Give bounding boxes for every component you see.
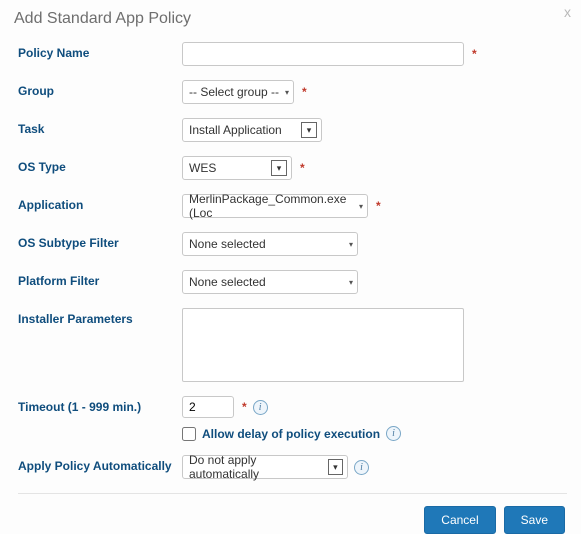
os-type-select-value: WES bbox=[187, 161, 216, 175]
policy-name-input[interactable] bbox=[182, 42, 464, 66]
save-button[interactable]: Save bbox=[504, 506, 565, 534]
label-installer-parameters: Installer Parameters bbox=[18, 308, 182, 326]
row-os-type: OS Type WES ▾ * bbox=[18, 156, 567, 180]
label-timeout: Timeout (1 - 999 min.) bbox=[18, 396, 182, 414]
close-icon[interactable]: x bbox=[564, 4, 571, 20]
apply-auto-select[interactable]: Do not apply automatically ▾ bbox=[182, 455, 348, 479]
row-policy-name: Policy Name * bbox=[18, 42, 567, 66]
chevron-down-icon: ▾ bbox=[349, 240, 353, 249]
required-icon: * bbox=[242, 400, 247, 414]
dialog: x Add Standard App Policy Policy Name * … bbox=[0, 0, 581, 517]
label-os-subtype-filter: OS Subtype Filter bbox=[18, 232, 182, 250]
os-subtype-filter-value: None selected bbox=[187, 237, 266, 251]
row-timeout: Timeout (1 - 999 min.) * i bbox=[18, 396, 567, 418]
row-allow-delay: Allow delay of policy execution i bbox=[182, 426, 567, 441]
row-group: Group -- Select group -- ▾ * bbox=[18, 80, 567, 104]
chevron-down-icon: ▾ bbox=[359, 202, 363, 211]
button-bar: Cancel Save bbox=[18, 506, 567, 534]
required-icon: * bbox=[302, 85, 307, 99]
label-platform-filter: Platform Filter bbox=[18, 270, 182, 288]
divider bbox=[18, 493, 567, 494]
platform-filter-select[interactable]: None selected ▾ bbox=[182, 270, 358, 294]
application-select-value: MerlinPackage_Common.exe (Loc bbox=[187, 192, 355, 220]
row-os-subtype-filter: OS Subtype Filter None selected ▾ bbox=[18, 232, 567, 256]
label-allow-delay: Allow delay of policy execution bbox=[202, 427, 380, 441]
os-type-select[interactable]: WES ▾ bbox=[182, 156, 292, 180]
timeout-input[interactable] bbox=[182, 396, 234, 418]
task-select[interactable]: Install Application ▾ bbox=[182, 118, 322, 142]
task-select-value: Install Application bbox=[187, 123, 282, 137]
label-task: Task bbox=[18, 118, 182, 136]
cancel-button[interactable]: Cancel bbox=[424, 506, 495, 534]
required-icon: * bbox=[300, 161, 305, 175]
row-apply-auto: Apply Policy Automatically Do not apply … bbox=[18, 455, 567, 479]
row-task: Task Install Application ▾ bbox=[18, 118, 567, 142]
label-group: Group bbox=[18, 80, 182, 98]
row-application: Application MerlinPackage_Common.exe (Lo… bbox=[18, 194, 567, 218]
form: Policy Name * Group -- Select group -- ▾… bbox=[14, 36, 567, 534]
installer-parameters-input[interactable] bbox=[182, 308, 464, 382]
info-icon[interactable]: i bbox=[386, 426, 401, 441]
label-os-type: OS Type bbox=[18, 156, 182, 174]
dialog-title: Add Standard App Policy bbox=[14, 10, 567, 36]
group-select[interactable]: -- Select group -- ▾ bbox=[182, 80, 294, 104]
row-installer-parameters: Installer Parameters bbox=[18, 308, 567, 382]
info-icon[interactable]: i bbox=[354, 460, 369, 475]
platform-filter-value: None selected bbox=[187, 275, 266, 289]
group-select-value: -- Select group -- bbox=[187, 85, 279, 99]
label-policy-name: Policy Name bbox=[18, 42, 182, 60]
label-apply-auto: Apply Policy Automatically bbox=[18, 455, 182, 473]
info-icon[interactable]: i bbox=[253, 400, 268, 415]
chevron-down-icon: ▾ bbox=[328, 459, 343, 475]
allow-delay-checkbox[interactable] bbox=[182, 427, 196, 441]
apply-auto-value: Do not apply automatically bbox=[187, 453, 322, 481]
required-icon: * bbox=[472, 47, 477, 61]
chevron-down-icon: ▾ bbox=[301, 122, 317, 138]
os-subtype-filter-select[interactable]: None selected ▾ bbox=[182, 232, 358, 256]
chevron-down-icon: ▾ bbox=[285, 88, 289, 97]
application-select[interactable]: MerlinPackage_Common.exe (Loc ▾ bbox=[182, 194, 368, 218]
chevron-down-icon: ▾ bbox=[349, 278, 353, 287]
label-application: Application bbox=[18, 194, 182, 212]
row-platform-filter: Platform Filter None selected ▾ bbox=[18, 270, 567, 294]
chevron-down-icon: ▾ bbox=[271, 160, 287, 176]
required-icon: * bbox=[376, 199, 381, 213]
